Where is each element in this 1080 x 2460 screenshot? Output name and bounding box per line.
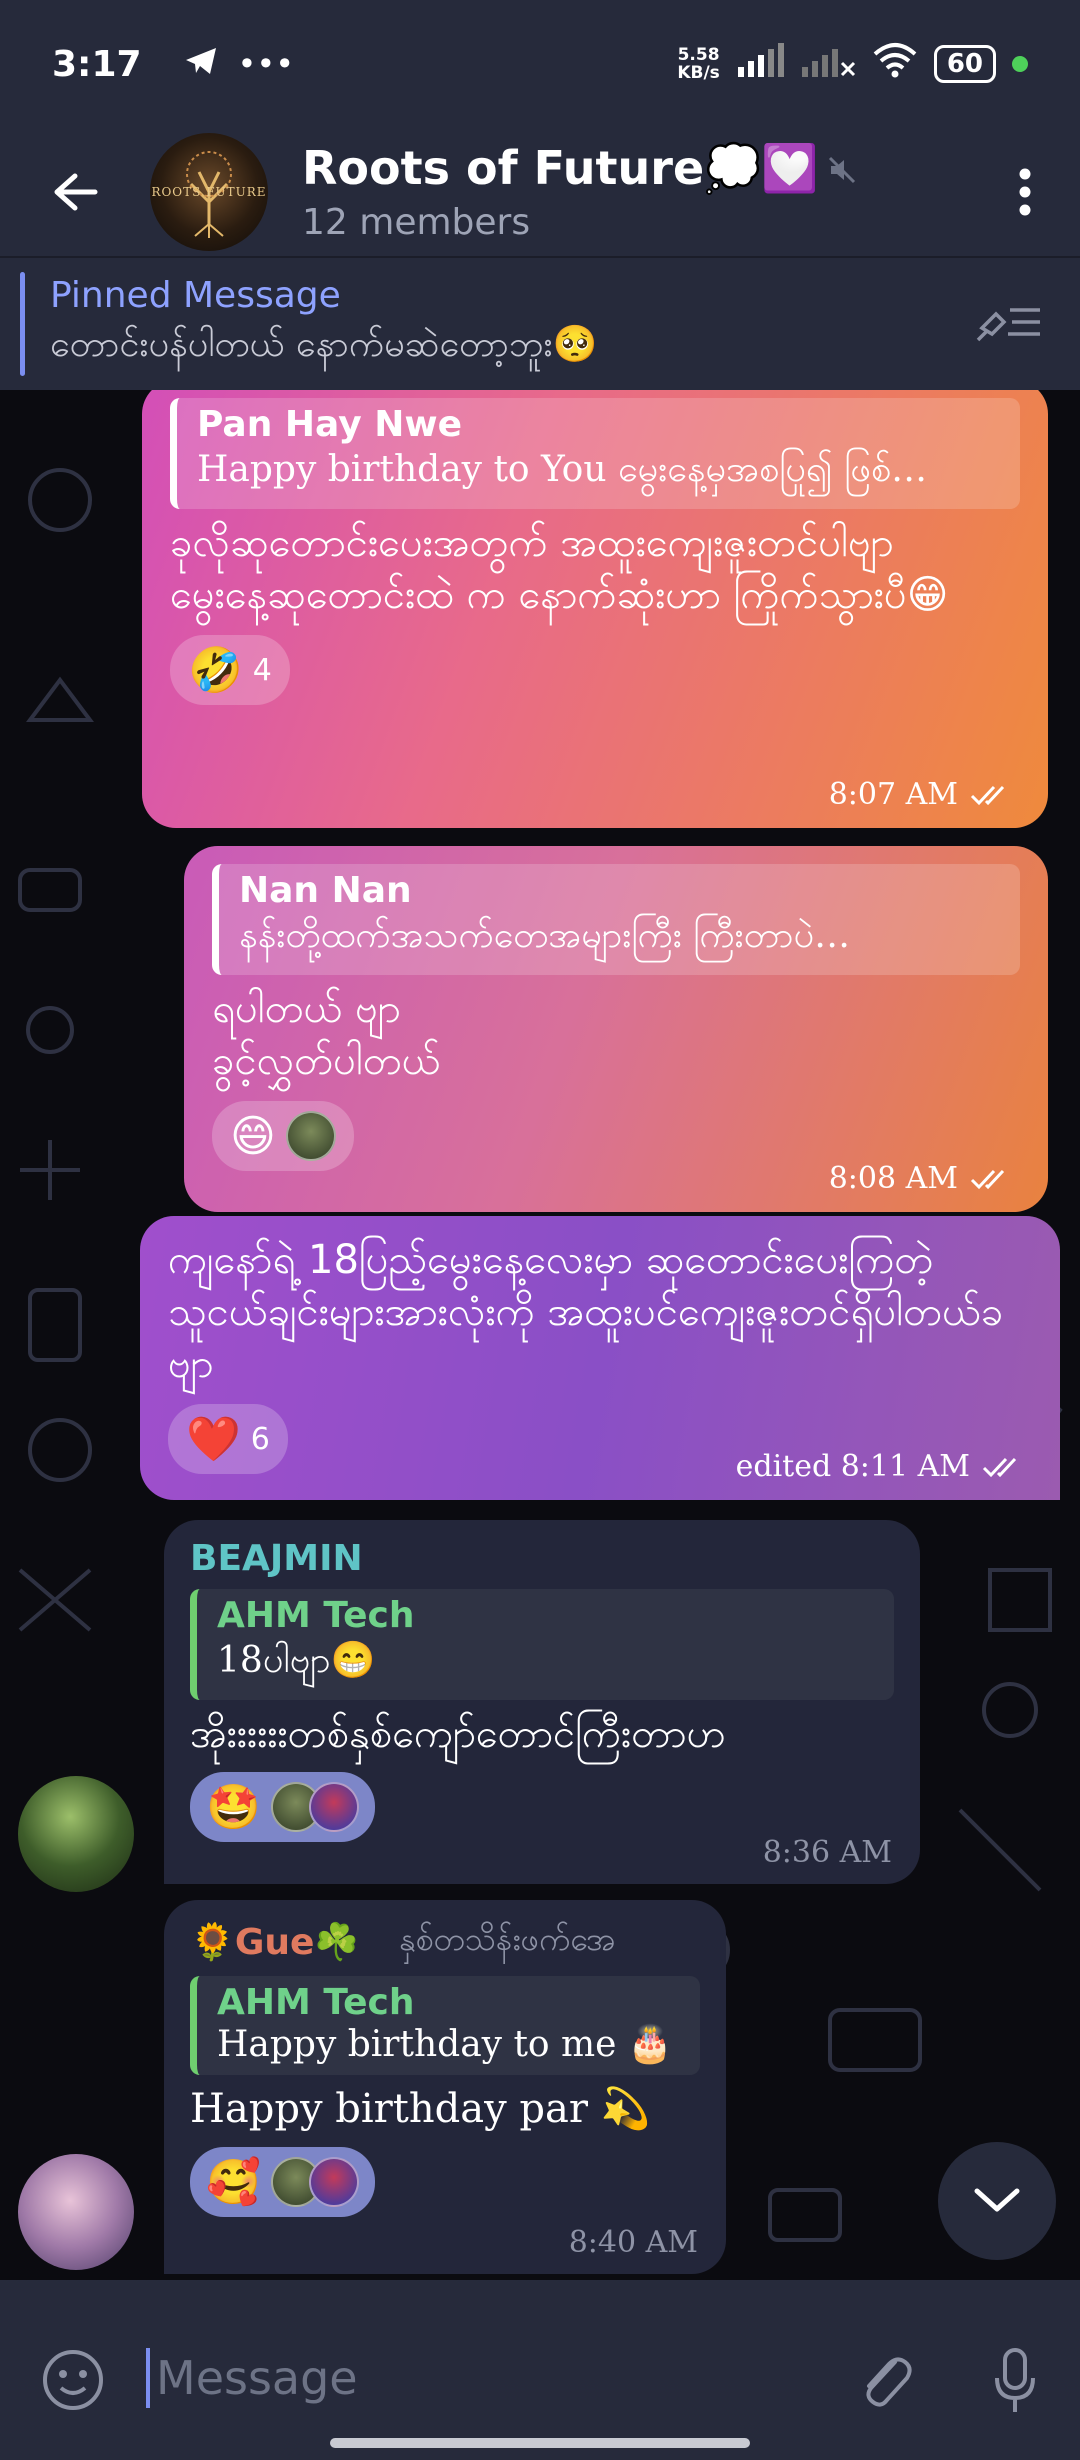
back-arrow-icon [54,173,98,211]
reactor-avatar [308,1782,359,1832]
microphone-icon [995,2348,1035,2412]
reply-sender: Nan Nan [239,870,412,911]
pinned-message-bar[interactable]: Pinned Message တောင်းပန်ပါတယ် နောက်မဆဲတေ… [0,256,1080,390]
incoming-message[interactable]: BEAJMIN AHM Tech 18ပါဗျာ😁 အိုးးးးးးတစ်နှ… [164,1520,920,1884]
double-check-icon [970,785,1005,805]
battery-indicator: 60 [933,45,996,83]
telegram-icon [184,44,218,85]
chat-header: ROOTS FUTURE Roots of Future💭💟 12 member… [0,128,1080,256]
reply-preview[interactable]: AHM Tech Happy birthday to me 🎂 [190,1976,700,2075]
chat-area[interactable]: Pan Hay Nwe Happy birthday to You မွေးနေ… [0,390,1080,2280]
group-avatar[interactable]: ROOTS FUTURE [150,133,268,251]
rofl-emoji-icon: 🤣 [188,645,243,696]
star-struck-emoji-icon: 🤩 [206,1782,261,1833]
message-text: မွေးနေ့ဆုတောင်းထဲ က နောက်ဆုံးဟာ ကြိုက်သွ… [170,572,949,618]
wifi-icon [872,42,918,87]
message-time: edited 8:11 AM [735,1449,970,1484]
message-composer [0,2280,1080,2460]
outgoing-message[interactable]: ကျနော်ရဲ့ 18ပြည့်မွေးနေ့လေးမှာ ဆုတောင်းပ… [140,1216,1060,1500]
sender-name[interactable]: BEAJMIN [190,1538,894,1579]
reply-text: 18ပါဗျာ😁 [217,1640,376,1681]
message-time: 8:08 AM [828,1161,958,1196]
scroll-to-bottom-button[interactable] [938,2142,1056,2260]
reply-text: Happy birthday to me 🎂 [217,2024,673,2065]
reaction-chip[interactable]: 😄 [212,1101,354,1171]
back-button[interactable] [0,172,150,212]
smiley-icon [43,2350,103,2410]
signal-no-service-icon [800,43,856,86]
reaction-chip[interactable]: 🤩 [190,1772,375,1842]
double-check-icon [982,1457,1017,1477]
privacy-dot-icon [1012,56,1028,72]
muted-icon [827,142,857,196]
pinned-text: တောင်းပန်ပါတယ် နောက်မဆဲတော့ဘူး🥺 [50,323,598,365]
message-text: Happy birthday par 💫 [190,2086,651,2132]
voice-record-button[interactable] [950,2348,1080,2414]
sender-avatar[interactable] [18,1776,134,1892]
network-speed: 5.58 KB/s [677,45,720,83]
reactor-avatar [308,2157,359,2207]
double-check-icon [970,1169,1005,1189]
message-time: 8:40 AM [568,2225,698,2260]
reply-preview[interactable]: AHM Tech 18ပါဗျာ😁 [190,1589,894,1700]
home-indicator[interactable] [330,2438,750,2448]
attach-button[interactable] [820,2348,950,2412]
reply-text: နန်းတို့ထက်အသက်တေအများကြီး ကြီးတာပဲ… [239,915,851,956]
reply-text: Happy birthday to You မွေးနေ့မှအစပြု၍ ဖြ… [197,449,928,490]
emoji-button[interactable] [0,2348,146,2412]
message-text: ခွင့်လွှတ်ပါတယ် [212,1038,441,1084]
vertical-dots-icon [1019,168,1031,216]
message-meta: edited 8:11 AM [736,1449,1026,1484]
more-notifications-icon: ••• [237,45,295,83]
sender-status: နှစ်တသိန်းဖက်အေ [399,1920,616,1958]
reply-sender: AHM Tech [217,1595,415,1636]
sender-name[interactable]: 🌻Gue☘️ [190,1921,359,1963]
sender-avatar[interactable] [18,2154,134,2270]
more-options-button[interactable] [970,168,1080,216]
message-meta: 8:07 AM [829,777,1014,812]
reaction-chip[interactable]: 🥰 [190,2147,375,2217]
chevron-down-icon [974,2188,1020,2212]
reaction-chip[interactable]: 🤣 4 [170,635,290,705]
group-title: Roots of Future💭💟 [302,141,819,195]
heart-emoji-icon: ❤️ [186,1414,241,1465]
message-meta: 8:08 AM [829,1161,1014,1196]
header-info[interactable]: Roots of Future💭💟 12 members [302,141,970,243]
reaction-chip[interactable]: ❤️ 6 [168,1404,288,1474]
message-text: ခုလိုဆုတောင်းပေးအတွက် အထူးကျေးဇူးတင်ပါဗျ… [170,520,894,566]
message-time: 8:36 AM [762,1835,892,1870]
message-time: 8:07 AM [828,777,958,812]
message-text: ကျနော်ရဲ့ 18ပြည့်မွေးနေ့လေးမှာ ဆုတောင်းပ… [168,1237,1004,1387]
smiling-hearts-emoji-icon: 🥰 [206,2157,261,2208]
grin-emoji-icon: 😄 [230,1110,276,1162]
avatar-logo-text: ROOTS FUTURE [151,185,267,199]
reactor-avatar [285,1111,336,1161]
pin-list-icon [976,308,1040,342]
pinned-indicator [20,272,25,376]
reply-preview[interactable]: Pan Hay Nwe Happy birthday to You မွေးနေ… [170,398,1020,509]
message-input[interactable] [146,2348,820,2408]
reply-sender: AHM Tech [217,1982,415,2023]
clock: 3:17 [52,43,142,85]
reply-sender: Pan Hay Nwe [197,404,462,445]
message-text: အိုးးးးးးတစ်နှစ်ကျော်တောင်ကြီးတာဟ [190,1711,726,1757]
signal-icon [736,42,784,86]
outgoing-message[interactable]: Pan Hay Nwe Happy birthday to You မွေးနေ… [142,390,1048,828]
pinned-list-button[interactable] [974,298,1044,350]
message-text: ရပါတယ် ဗျာ [212,986,401,1032]
reaction-count: 4 [252,652,272,688]
incoming-message[interactable]: 🌻Gue☘️ နှစ်တသိန်းဖက်အေ AHM Tech Happy bi… [164,1900,726,2274]
member-count: 12 members [302,202,531,243]
reply-preview[interactable]: Nan Nan နန်းတို့ထက်အသက်တေအများကြီး ကြီးတ… [212,864,1020,975]
outgoing-message[interactable]: Nan Nan နန်းတို့ထက်အသက်တေအများကြီး ကြီးတ… [184,846,1048,1212]
pinned-title: Pinned Message [50,274,341,316]
paperclip-icon [866,2357,912,2407]
reaction-count: 6 [250,1421,270,1457]
status-bar: 3:17 ••• 5.58 KB/s 60 [0,0,1080,128]
